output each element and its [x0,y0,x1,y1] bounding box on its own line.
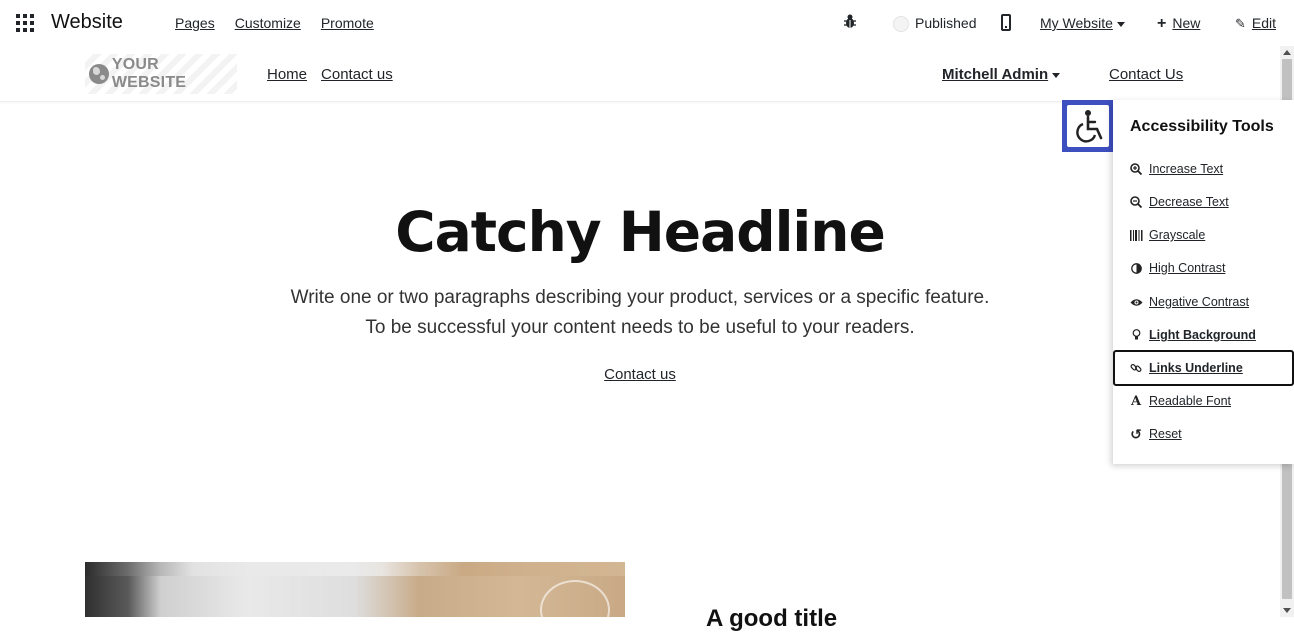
negative-contrast-button[interactable]: Negative Contrast [1113,284,1294,320]
user-name: Mitchell Admin [942,66,1049,83]
hero-cta: Contact us [0,366,1280,383]
accessibility-panel: Accessibility Tools Increase Text Decrea… [1113,100,1294,464]
eye-icon [1129,295,1143,309]
edit-button[interactable]: ✎ Edit [1235,15,1276,32]
links-underline-label: Links Underline [1149,361,1243,375]
chevron-down-icon [1116,21,1125,27]
website-switcher[interactable]: My Website [1040,15,1125,31]
decrease-text-label: Decrease Text [1149,195,1229,209]
globe-icon [89,64,109,84]
hero-contact-link[interactable]: Contact us [604,366,676,383]
accessibility-title: Accessibility Tools [1130,118,1274,135]
new-label: New [1172,15,1201,31]
menu-pages[interactable]: Pages [175,15,215,31]
pencil-icon: ✎ [1235,16,1246,31]
light-background-button[interactable]: Light Background [1113,317,1294,353]
links-underline-button[interactable]: Links Underline [1113,350,1294,386]
menu-customize[interactable]: Customize [235,15,301,31]
increase-text-button[interactable]: Increase Text [1113,151,1294,187]
reset-icon: ↺ [1130,425,1142,442]
nav-home[interactable]: Home [267,66,307,83]
section-heading: A good title [706,605,838,632]
website-header: YOUR WEBSITE Home Contact us Mitchell Ad… [0,46,1280,102]
light-background-label: Light Background [1149,328,1256,342]
reset-button[interactable]: ↺ Reset [1113,416,1294,452]
logo-text: YOUR WEBSITE [111,56,187,91]
odoo-top-navbar: Website Pages Customize Promote Publishe… [0,0,1294,46]
hero-line-1: Write one or two paragraphs describing y… [290,287,990,308]
user-menu[interactable]: Mitchell Admin [942,66,1061,83]
increase-text-label: Increase Text [1149,162,1224,176]
grayscale-button[interactable]: Grayscale [1113,217,1294,253]
mobile-preview-icon[interactable] [1001,14,1011,31]
contrast-icon [1129,261,1143,275]
site-logo[interactable]: YOUR WEBSITE [85,54,237,94]
grayscale-label: Grayscale [1149,228,1206,242]
edit-label: Edit [1251,15,1277,31]
scroll-down-arrow-icon[interactable] [1283,608,1291,613]
contact-us-button[interactable]: Contact Us [1109,66,1183,83]
bug-icon[interactable] [843,14,857,30]
site-nav: Home Contact us [267,66,393,83]
chevron-down-icon [1052,72,1061,78]
zoom-out-icon [1129,195,1143,209]
font-icon: A [1130,393,1142,409]
high-contrast-button[interactable]: High Contrast [1113,250,1294,286]
high-contrast-label: High Contrast [1149,261,1226,275]
accessibility-toggle-button[interactable] [1062,100,1114,152]
apps-grid-icon[interactable] [16,14,34,32]
app-title[interactable]: Website [51,11,123,34]
nav-contact[interactable]: Contact us [321,66,393,83]
website-switcher-label: My Website [1040,15,1113,31]
plus-icon: + [1157,15,1167,32]
readable-font-label: Readable Font [1149,394,1232,408]
new-button[interactable]: + New [1157,15,1200,33]
published-label[interactable]: Published [915,15,977,31]
negative-contrast-label: Negative Contrast [1149,295,1250,309]
lightbulb-icon [1129,328,1143,342]
readable-font-button[interactable]: A Readable Font [1113,383,1294,419]
link-icon [1129,361,1143,375]
content-image [85,562,625,617]
reset-label: Reset [1149,427,1182,441]
menu-promote[interactable]: Promote [321,15,374,31]
top-menu: Pages Customize Promote [175,15,374,31]
zoom-in-icon [1129,162,1143,176]
wheelchair-icon [1067,105,1109,147]
hero-line-2: To be successful your content needs to b… [365,317,915,338]
scroll-up-arrow-icon[interactable] [1283,50,1291,55]
decrease-text-button[interactable]: Decrease Text [1113,184,1294,220]
hero-paragraph: Write one or two paragraphs describing y… [0,283,1280,343]
publish-toggle[interactable] [893,16,909,32]
hero-headline: Catchy Headline [395,200,886,264]
barcode-icon [1129,228,1143,242]
